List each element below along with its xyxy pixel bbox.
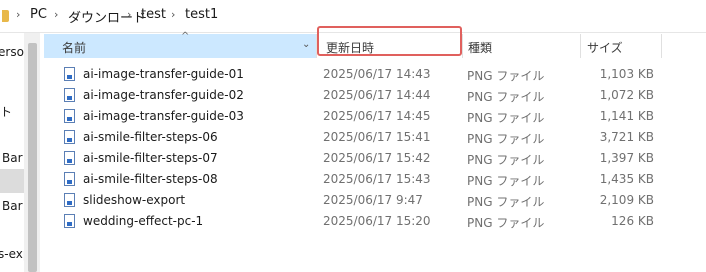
nav-scrollbar-thumb[interactable] xyxy=(28,43,37,272)
file-date: 2025/06/17 15:42 xyxy=(323,151,431,165)
file-row[interactable]: ai-image-transfer-guide-02 2025/06/17 14… xyxy=(44,85,706,106)
file-type: PNG ファイル xyxy=(467,132,545,146)
column-header-date-highlighted[interactable]: 更新日時 xyxy=(317,26,462,56)
column-divider[interactable] xyxy=(580,34,581,58)
file-size: 126 KB xyxy=(611,214,654,228)
file-type: PNG ファイル xyxy=(467,69,545,83)
file-name: ai-image-transfer-guide-01 xyxy=(83,67,244,81)
png-file-icon xyxy=(64,214,75,228)
file-date: 2025/06/17 15:41 xyxy=(323,130,431,144)
file-size: 1,072 KB xyxy=(599,88,654,102)
png-file-icon xyxy=(64,193,75,207)
breadcrumb-downloads[interactable]: ダウンロード xyxy=(68,7,146,26)
nav-item[interactable]: Bar xyxy=(2,199,23,213)
chevron-right-icon[interactable]: › xyxy=(127,8,131,21)
nav-item-selected[interactable] xyxy=(0,169,24,193)
file-name: ai-image-transfer-guide-02 xyxy=(83,88,244,102)
file-name: slideshow-export xyxy=(83,193,186,207)
column-header: ^ 名前 ⌄ 更新日時 種類 サイズ xyxy=(44,26,706,58)
file-row[interactable]: ai-image-transfer-guide-03 2025/06/17 14… xyxy=(44,106,706,127)
file-type: PNG ファイル xyxy=(467,111,545,125)
file-row[interactable]: ai-smile-filter-steps-08 2025/06/17 15:4… xyxy=(44,169,706,190)
file-type: PNG ファイル xyxy=(467,195,545,209)
file-type: PNG ファイル xyxy=(467,90,545,104)
column-date-label: 更新日時 xyxy=(326,41,375,55)
file-row[interactable]: ai-smile-filter-steps-06 2025/06/17 15:4… xyxy=(44,127,706,148)
file-type: PNG ファイル xyxy=(467,216,545,230)
nav-item[interactable]: ト xyxy=(0,103,12,120)
column-size-label: サイズ xyxy=(587,41,623,55)
breadcrumb-test1[interactable]: test1 xyxy=(185,7,218,22)
file-list: ai-image-transfer-guide-01 2025/06/17 14… xyxy=(44,64,706,232)
file-row[interactable]: slideshow-export 2025/06/17 9:47 PNG ファイ… xyxy=(44,190,706,211)
column-header-name[interactable]: ^ 名前 ⌄ xyxy=(44,31,316,58)
file-name: ai-smile-filter-steps-06 xyxy=(83,130,218,144)
file-size: 1,103 KB xyxy=(599,67,654,81)
breadcrumb-test[interactable]: test xyxy=(141,7,166,22)
png-file-icon xyxy=(64,172,75,186)
file-row[interactable]: ai-image-transfer-guide-01 2025/06/17 14… xyxy=(44,64,706,85)
file-date: 2025/06/17 14:44 xyxy=(323,88,431,102)
file-type: PNG ファイル xyxy=(467,174,545,188)
column-divider[interactable] xyxy=(462,34,463,58)
column-type-label: 種類 xyxy=(468,41,493,55)
chevron-right-icon[interactable]: › xyxy=(171,8,175,21)
file-date: 2025/06/17 15:43 xyxy=(323,172,431,186)
file-row[interactable]: wedding-effect-pc-1 2025/06/17 15:20 PNG… xyxy=(44,211,706,232)
file-type: PNG ファイル xyxy=(467,153,545,167)
column-divider[interactable] xyxy=(661,34,662,58)
file-row[interactable]: ai-smile-filter-steps-07 2025/06/17 15:4… xyxy=(44,148,706,169)
chevron-down-icon[interactable]: ⌄ xyxy=(302,39,310,50)
file-size: 1,435 KB xyxy=(599,172,654,186)
file-name: ai-image-transfer-guide-03 xyxy=(83,109,244,123)
png-file-icon xyxy=(64,109,75,123)
chevron-right-icon[interactable]: › xyxy=(16,8,20,21)
png-file-icon xyxy=(64,151,75,165)
file-name: wedding-effect-pc-1 xyxy=(83,214,204,228)
chevron-right-icon[interactable]: › xyxy=(54,8,58,21)
png-file-icon xyxy=(64,67,75,81)
file-name: ai-smile-filter-steps-08 xyxy=(83,172,218,186)
breadcrumb-pc[interactable]: PC xyxy=(30,7,47,22)
folder-icon xyxy=(2,10,9,22)
column-name-label: 名前 xyxy=(62,41,87,55)
navigation-pane[interactable]: erson ト Bar Bar s-exp xyxy=(0,33,40,272)
file-size: 2,109 KB xyxy=(599,193,654,207)
file-date: 2025/06/17 14:43 xyxy=(323,67,431,81)
nav-item[interactable]: Bar xyxy=(2,151,23,165)
file-date: 2025/06/17 9:47 xyxy=(323,193,423,207)
png-file-icon xyxy=(64,130,75,144)
file-date: 2025/06/17 14:45 xyxy=(323,109,431,123)
file-size: 3,721 KB xyxy=(599,130,654,144)
sort-ascending-icon: ^ xyxy=(181,31,190,42)
file-name: ai-smile-filter-steps-07 xyxy=(83,151,218,165)
file-date: 2025/06/17 15:20 xyxy=(323,214,431,228)
png-file-icon xyxy=(64,88,75,102)
file-size: 1,141 KB xyxy=(599,109,654,123)
file-size: 1,397 KB xyxy=(599,151,654,165)
